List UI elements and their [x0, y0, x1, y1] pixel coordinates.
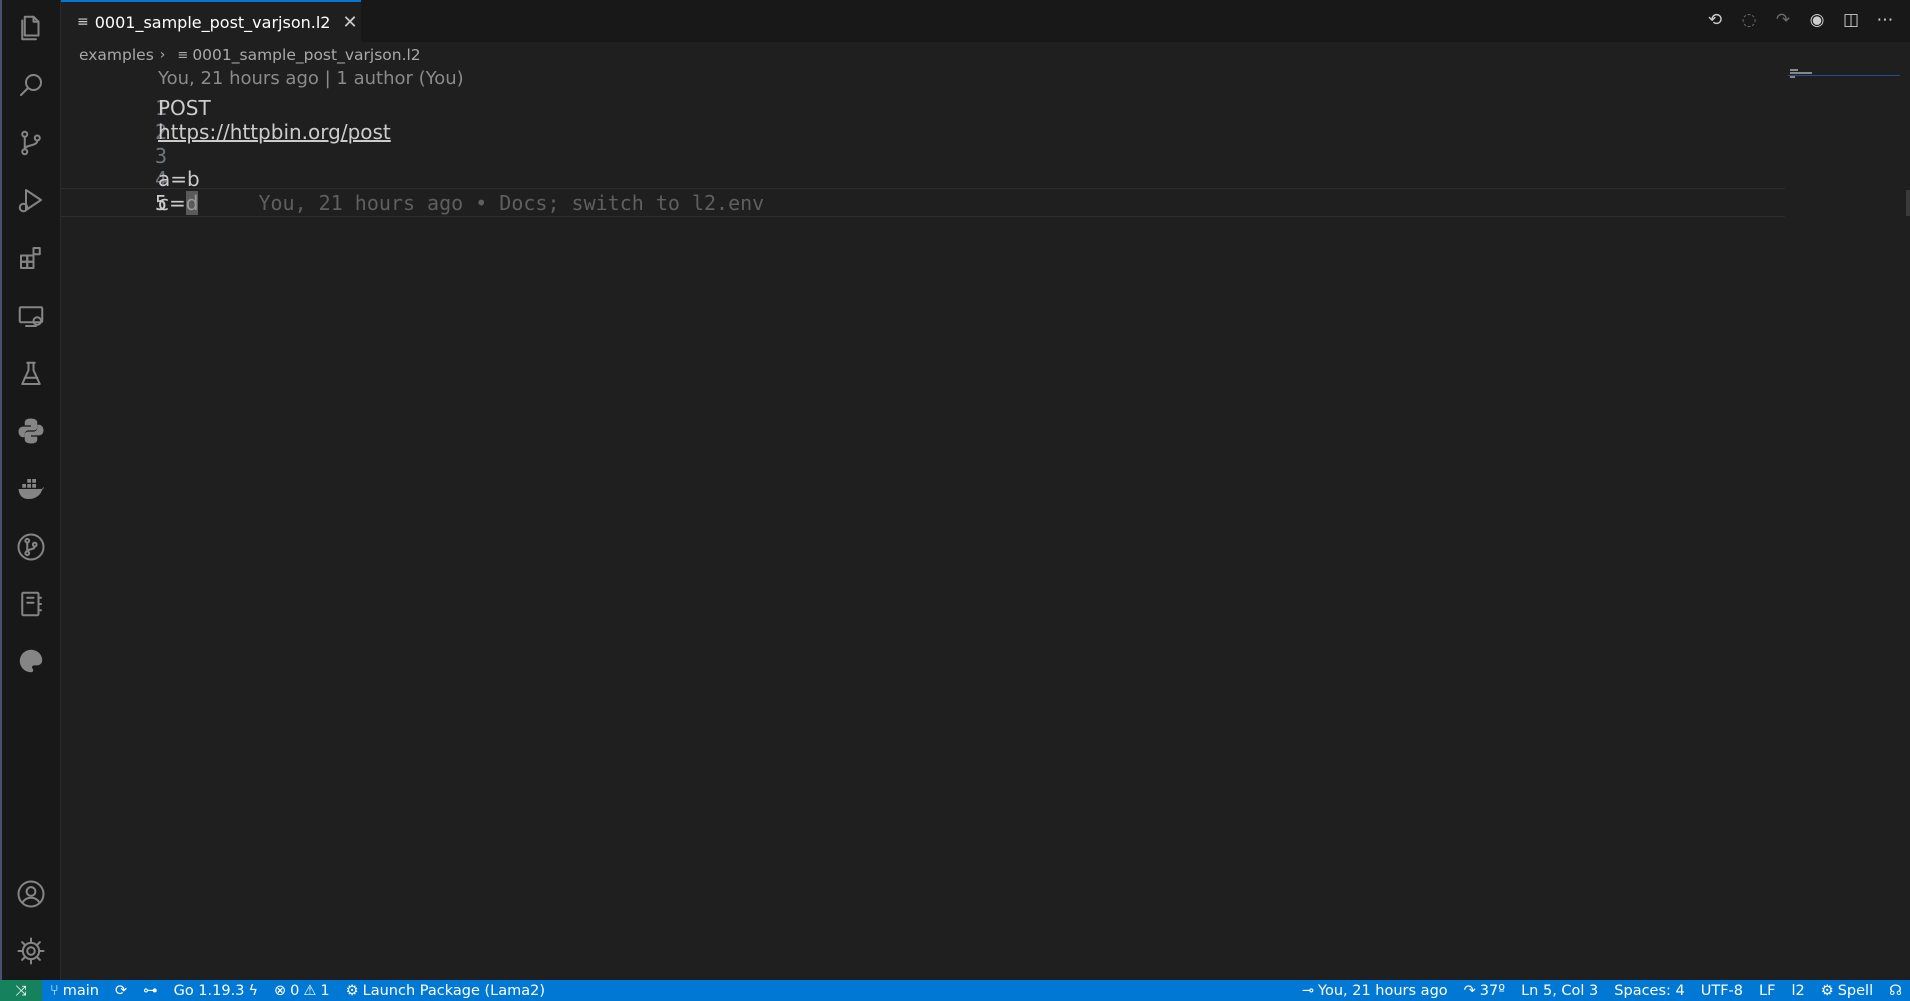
breadcrumb-folder[interactable]: examples [79, 46, 154, 64]
source-control-icon[interactable] [2, 115, 60, 171]
language-mode[interactable]: l2 [1783, 983, 1812, 999]
line-text: c=d You, 21 hours ago • Docs; switch to l… [158, 189, 764, 218]
blame-label: You, 21 hours ago [1318, 982, 1448, 999]
minimap-viewport [1788, 75, 1900, 76]
scrollbar[interactable] [1906, 190, 1910, 216]
git-graph-icon[interactable] [2, 519, 60, 575]
tab-label: 0001_sample_post_varjson.l2 [94, 12, 331, 32]
launch-label: Launch Package (Lama2) [362, 982, 545, 999]
current-line[interactable]: 5 c=d You, 21 hours ago • Docs; switch to… [61, 188, 1785, 217]
warning-icon: ⚠ [303, 982, 317, 999]
go-version-label: Go 1.19.3 [173, 982, 245, 999]
sync-icon[interactable]: ⟳ [107, 983, 135, 999]
editor-tab[interactable]: ≡ 0001_sample_post_varjson.l2 ✕ [61, 0, 361, 42]
encoding-status[interactable]: UTF-8 [1693, 983, 1751, 999]
status-bar: ⤨ ⑂ main ⟳ ⊶ Go 1.19.3 ϟ ⊗ 0 ⚠ 1 ⚙ Launc… [0, 980, 1910, 1001]
file-lines-icon: ≡ [177, 47, 189, 63]
spell-label: Spell [1837, 982, 1874, 999]
go-forward-icon[interactable]: ↷ [1772, 9, 1794, 31]
explorer-icon[interactable] [2, 0, 60, 56]
search-icon[interactable] [2, 57, 60, 113]
close-icon[interactable]: ✕ [342, 12, 357, 33]
eol-status[interactable]: LF [1751, 983, 1783, 999]
launch-config-status[interactable]: ⚙ Launch Package (Lama2) [338, 983, 553, 999]
run-debug-icon[interactable] [2, 172, 60, 228]
more-actions-icon[interactable]: ⋯ [1874, 9, 1896, 31]
codelens-author[interactable]: You, 21 hours ago | 1 author (You) [158, 68, 464, 89]
go-back-icon[interactable]: ⟲ [1704, 9, 1726, 31]
docker-icon[interactable] [2, 461, 60, 517]
blame-status[interactable]: ⊸ You, 21 hours ago [1294, 983, 1456, 999]
theme-palette-icon[interactable] [2, 633, 60, 689]
feedback-icon[interactable]: ☊ [1881, 983, 1910, 999]
weather-icon: ↷ [1463, 982, 1476, 999]
spell-icon: ⚙ [1820, 982, 1834, 999]
accounts-icon[interactable] [2, 866, 60, 922]
go-version-status[interactable]: Go 1.19.3 ϟ [166, 983, 266, 999]
remote-explorer-icon[interactable] [2, 288, 60, 344]
branch-label: main [62, 982, 99, 999]
text-cursor-selection: d [185, 191, 199, 215]
branch-icon: ⑂ [50, 982, 59, 999]
python-icon[interactable] [2, 403, 60, 459]
notebook-icon[interactable] [2, 576, 60, 632]
split-editor-icon[interactable]: ◫ [1840, 9, 1862, 31]
extensions-icon[interactable] [2, 230, 60, 286]
error-count: 0 [290, 982, 300, 999]
line-text-before: c= [158, 191, 186, 215]
remote-indicator-icon[interactable]: ⤨ [0, 980, 42, 1001]
chevron-right-icon: › [159, 47, 166, 63]
copilot-icon[interactable]: ◉ [1806, 9, 1828, 31]
activity-bar [2, 0, 61, 980]
commit-icon: ⊸ [1301, 982, 1315, 999]
weather-status[interactable]: ↷ 37º [1456, 983, 1513, 999]
settings-gear-icon[interactable] [2, 923, 60, 979]
tab-bar: ≡ 0001_sample_post_varjson.l2 ✕ ⟲ ◌ ↷ ◉ … [61, 0, 1910, 42]
warning-count: 1 [320, 982, 330, 999]
problems-status[interactable]: ⊗ 0 ⚠ 1 [266, 983, 338, 999]
minimap[interactable] [1788, 66, 1900, 86]
launch-icon: ⚙ [345, 982, 359, 999]
code-editor[interactable]: You, 21 hours ago | 1 author (You) 1 POS… [61, 66, 1910, 980]
lightning-icon: ϟ [248, 982, 259, 999]
error-icon: ⊗ [274, 982, 287, 999]
git-graph-status-icon[interactable]: ⊶ [135, 983, 166, 999]
testing-icon[interactable] [2, 346, 60, 402]
inline-blame: You, 21 hours ago • Docs; switch to l2.e… [258, 191, 765, 215]
indentation-status[interactable]: Spaces: 4 [1606, 983, 1692, 999]
file-lines-icon: ≡ [77, 14, 89, 30]
weather-label: 37º [1479, 982, 1506, 999]
breadcrumb-file[interactable]: 0001_sample_post_varjson.l2 [192, 46, 420, 64]
branch-status[interactable]: ⑂ main [42, 983, 107, 999]
editor-actions: ⟲ ◌ ↷ ◉ ◫ ⋯ [1704, 9, 1896, 31]
breadcrumb: examples › ≡ 0001_sample_post_varjson.l2 [79, 43, 421, 67]
status-right: ⊸ You, 21 hours ago ↷ 37º Ln 5, Col 3 Sp… [1294, 983, 1910, 999]
spell-status[interactable]: ⚙ Spell [1813, 983, 1881, 999]
cursor-position[interactable]: Ln 5, Col 3 [1513, 983, 1606, 999]
timeline-icon[interactable]: ◌ [1738, 9, 1760, 31]
